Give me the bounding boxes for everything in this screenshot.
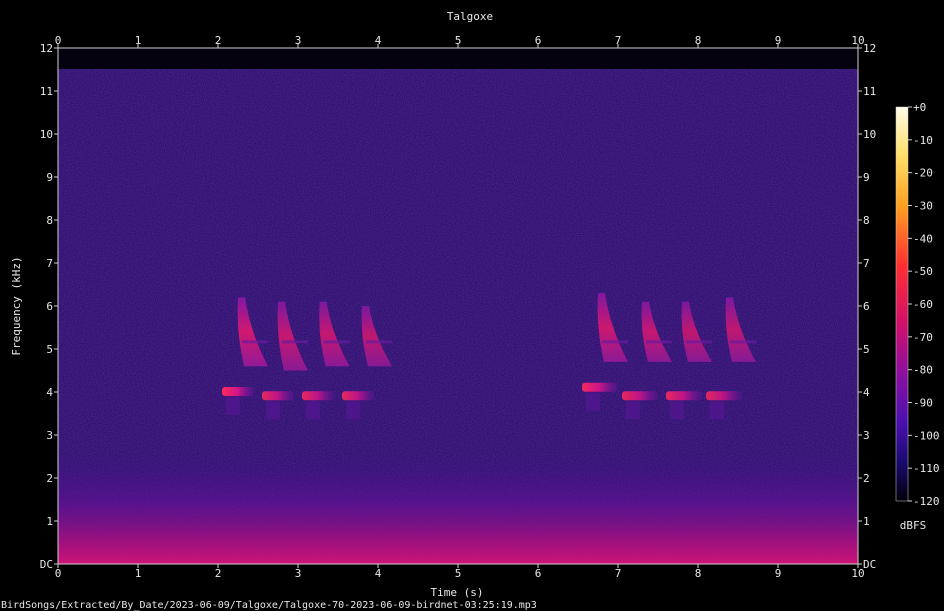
colorbar-tick-label-3: -30 bbox=[913, 200, 933, 213]
call-harmonic-3 bbox=[366, 340, 392, 344]
call-harmonic-8 bbox=[602, 340, 628, 344]
colorbar-gradient bbox=[895, 106, 909, 502]
y-tick-label-right-6: 6 bbox=[863, 300, 870, 313]
y-tick-label-left-5: 5 bbox=[46, 343, 53, 356]
call-harmonic-9 bbox=[646, 340, 672, 344]
spectrogram-figure: Talgoxe Time (s) Frequency (kHz) BirdSon… bbox=[1, 10, 940, 611]
colorbar-tick-label-11: -110 bbox=[913, 462, 940, 475]
colorbar-tick-label-0: +0 bbox=[913, 101, 926, 114]
call-tone-6 bbox=[302, 391, 334, 401]
x-tick-label-bottom-1: 1 bbox=[135, 567, 142, 580]
x-tick-label-top-4: 4 bbox=[375, 34, 382, 47]
x-tick-label-bottom-5: 5 bbox=[455, 567, 462, 580]
colorbar-tick-label-9: -90 bbox=[913, 397, 933, 410]
call-tone-tail-15 bbox=[710, 401, 724, 420]
x-tick-label-top-9: 9 bbox=[775, 34, 782, 47]
call-harmonic-11 bbox=[730, 340, 756, 344]
y-tick-label-right-4: 4 bbox=[863, 386, 870, 399]
y-tick-label-left-6: 6 bbox=[46, 300, 53, 313]
y-tick-label-left-12: 12 bbox=[40, 42, 53, 55]
y-tick-label-left-4: 4 bbox=[46, 386, 53, 399]
y-axis-label: Frequency (kHz) bbox=[10, 256, 23, 355]
x-tick-label-bottom-4: 4 bbox=[375, 567, 382, 580]
y-tick-label-left-10: 10 bbox=[40, 128, 53, 141]
x-tick-label-bottom-0: 0 bbox=[55, 567, 62, 580]
call-harmonic-2 bbox=[323, 340, 350, 344]
call-tone-15 bbox=[706, 391, 742, 401]
y-tick-label-right-2: 2 bbox=[863, 472, 870, 485]
x-tick-label-top-7: 7 bbox=[615, 34, 622, 47]
colorbar-tick-label-12: -120 bbox=[913, 495, 940, 508]
call-tone-12 bbox=[582, 382, 618, 392]
x-tick-label-bottom-8: 8 bbox=[695, 567, 702, 580]
call-harmonic-10 bbox=[686, 340, 712, 344]
y-tick-label-right-7: 7 bbox=[863, 257, 870, 270]
chart-title: Talgoxe bbox=[447, 10, 493, 23]
x-tick-label-bottom-6: 6 bbox=[535, 567, 542, 580]
colorbar-tick-label-6: -60 bbox=[913, 298, 933, 311]
call-tone-14 bbox=[666, 391, 702, 401]
call-tone-tail-14 bbox=[670, 401, 684, 420]
y-tick-label-right-9: 9 bbox=[863, 171, 870, 184]
x-tick-label-top-8: 8 bbox=[695, 34, 702, 47]
x-tick-label-top-6: 6 bbox=[535, 34, 542, 47]
y-tick-label-left-3: 3 bbox=[46, 429, 53, 442]
y-tick-label-left-9: 9 bbox=[46, 171, 53, 184]
call-tone-5 bbox=[262, 391, 294, 401]
spectrogram-low-frequency-band bbox=[58, 450, 858, 564]
y-tick-label-right-1: 1 bbox=[863, 515, 870, 528]
y-tick-label-right-5: 5 bbox=[863, 343, 870, 356]
y-tick-label-left-1: 1 bbox=[46, 515, 53, 528]
y-tick-label-right-0: DC bbox=[863, 558, 876, 571]
y-tick-label-right-3: 3 bbox=[863, 429, 870, 442]
call-harmonic-0 bbox=[242, 340, 268, 344]
call-tone-tail-5 bbox=[266, 401, 280, 420]
x-tick-label-top-0: 0 bbox=[55, 34, 62, 47]
file-path-annotation: BirdSongs/Extracted/By_Date/2023-06-09/T… bbox=[1, 600, 537, 611]
y-tick-label-right-8: 8 bbox=[863, 214, 870, 227]
colorbar-tick-label-1: -10 bbox=[913, 134, 933, 147]
call-harmonic-1 bbox=[282, 340, 308, 344]
call-tone-4 bbox=[222, 387, 254, 396]
call-tone-7 bbox=[342, 391, 374, 401]
y-tick-label-left-2: 2 bbox=[46, 472, 53, 485]
y-tick-label-left-7: 7 bbox=[46, 257, 53, 270]
colorbar: +0 -10 -20 -30 -40 -50 -60 -70 -80 -90 -100 -110 -12… bbox=[895, 101, 940, 532]
colorbar-tick-label-7: -70 bbox=[913, 331, 933, 344]
call-tone-tail-4 bbox=[226, 397, 240, 415]
x-tick-label-bottom-3: 3 bbox=[295, 567, 302, 580]
x-tick-label-top-2: 2 bbox=[215, 34, 222, 47]
call-tone-13 bbox=[622, 391, 658, 401]
colorbar-tick-label-2: -20 bbox=[913, 167, 933, 180]
y-tick-label-left-11: 11 bbox=[40, 85, 53, 98]
call-tone-tail-13 bbox=[626, 401, 640, 420]
x-tick-label-bottom-7: 7 bbox=[615, 567, 622, 580]
spectrogram-top-dark-band bbox=[58, 48, 858, 69]
x-tick-label-bottom-2: 2 bbox=[215, 567, 222, 580]
colorbar-unit-label: dBFS bbox=[900, 519, 927, 532]
y-tick-label-right-10: 10 bbox=[863, 128, 876, 141]
colorbar-tick-label-10: -100 bbox=[913, 429, 940, 442]
colorbar-tick-label-8: -80 bbox=[913, 364, 933, 377]
x-tick-label-top-3: 3 bbox=[295, 34, 302, 47]
y-tick-label-right-12: 12 bbox=[863, 42, 876, 55]
plot-area bbox=[57, 47, 859, 565]
x-tick-label-top-1: 1 bbox=[135, 34, 142, 47]
colorbar-ticks: +0 -10 -20 -30 -40 -50 -60 -70 -80 -90 -100 -110 -12… bbox=[908, 101, 940, 508]
y-tick-label-left-8: 8 bbox=[46, 214, 53, 227]
x-tick-label-top-5: 5 bbox=[455, 34, 462, 47]
y-tick-label-left-0: DC bbox=[40, 558, 53, 571]
call-tone-tail-6 bbox=[306, 401, 320, 420]
x-tick-label-bottom-9: 9 bbox=[775, 567, 782, 580]
call-tone-tail-7 bbox=[346, 401, 360, 420]
y-tick-label-right-11: 11 bbox=[863, 85, 876, 98]
call-tone-tail-12 bbox=[586, 392, 600, 411]
x-axis-label: Time (s) bbox=[431, 586, 484, 599]
colorbar-tick-label-5: -50 bbox=[913, 265, 933, 278]
colorbar-tick-label-4: -40 bbox=[913, 232, 933, 245]
